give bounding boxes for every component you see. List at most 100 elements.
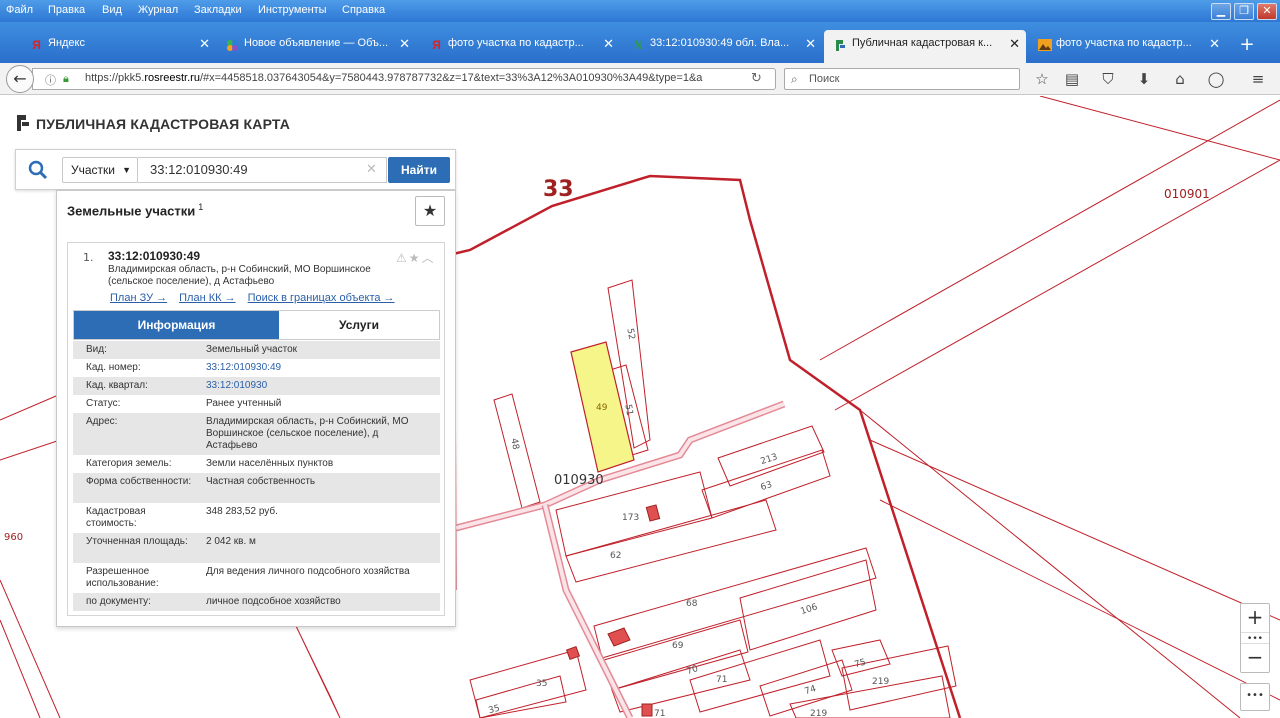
info-row-cad-quarter: Кад. квартал: 33:12:010930: [73, 377, 440, 395]
reload-icon[interactable]: ↻: [751, 71, 762, 86]
browser-menubar: Файл Правка Вид Журнал Закладки Инструме…: [0, 0, 1280, 22]
more-tools-button[interactable]: •••: [1240, 683, 1270, 711]
url-rest: /#x=4458518.037643054&y=7580443.97878773…: [199, 72, 703, 84]
browser-search-placeholder: Поиск: [809, 73, 840, 85]
menu-tools[interactable]: Инструменты: [258, 4, 327, 16]
reading-list-icon[interactable]: ▤: [1062, 69, 1082, 89]
field-value: 2 042 кв. м: [206, 536, 256, 547]
info-row-kind: Вид: Земельный участок: [73, 341, 440, 359]
field-value: Частная собственность: [206, 476, 316, 487]
home-icon[interactable]: ⌂: [1170, 69, 1190, 89]
menu-history[interactable]: Журнал: [138, 4, 178, 16]
plan-zu-link[interactable]: План ЗУ →: [110, 292, 167, 304]
favorites-button[interactable]: ★: [415, 196, 445, 226]
building: [645, 504, 661, 522]
chevron-down-icon: ▼: [122, 165, 131, 175]
parcel-label: 69: [672, 641, 684, 651]
tab-label: фото участка по кадастр...: [448, 37, 584, 49]
menu-bookmarks[interactable]: Закладки: [194, 4, 242, 16]
zoom-out-button[interactable]: −: [1241, 644, 1269, 672]
result-card: 1. 33:12:010930:49 Владимирская область,…: [67, 242, 445, 616]
parcel-label: 48: [508, 438, 520, 451]
url-domain: rosreestr.ru: [144, 72, 200, 84]
star-icon: ★: [422, 201, 438, 220]
find-button[interactable]: Найти: [388, 157, 450, 183]
search-icon: ⌕: [791, 72, 798, 86]
field-key: Форма собственности:: [86, 476, 192, 487]
pkk-logo-icon: [16, 114, 30, 132]
tab-yandex-search[interactable]: Я фото участка по кадастр... ✕: [420, 32, 620, 63]
bookmark-star-icon[interactable]: ☆: [1032, 69, 1052, 89]
parcel-71: [689, 639, 831, 713]
field-value: Земельный участок: [206, 344, 298, 355]
chevron-up-icon[interactable]: ︿: [422, 251, 436, 265]
tab-close-icon[interactable]: ✕: [399, 37, 410, 50]
tab-cadastral-info[interactable]: N 33:12:010930:49 обл. Вла... ✕: [622, 32, 822, 63]
restore-window-icon[interactable]: ❐: [1234, 3, 1254, 20]
tab-close-icon[interactable]: ✕: [199, 37, 210, 50]
result-cadastral-number[interactable]: 33:12:010930:49: [108, 249, 200, 263]
building: [607, 627, 631, 647]
parcel-label: 35: [536, 679, 547, 689]
menu-file[interactable]: Файл: [6, 4, 33, 16]
menu-help[interactable]: Справка: [342, 4, 385, 16]
field-key: по документу:: [86, 596, 151, 607]
zoom-control: + ••• −: [1240, 603, 1270, 673]
field-key: Уточненная площадь:: [86, 536, 188, 547]
zoom-scale-icon[interactable]: •••: [1241, 632, 1269, 644]
chat-icon[interactable]: ◯: [1206, 69, 1226, 89]
parcel-label: 106: [799, 602, 819, 617]
parcel-label: 75: [853, 658, 867, 671]
field-value: Земли населённых пунктов: [206, 458, 334, 469]
search-icon[interactable]: [28, 160, 48, 180]
menu-view[interactable]: Вид: [102, 4, 122, 16]
url-bar[interactable]: ⓘ 🔒︎ https://pkk5.rosreestr.ru/#x=445851…: [32, 68, 776, 90]
tab-close-icon[interactable]: ✕: [1009, 37, 1020, 50]
boundary-line: [295, 625, 341, 718]
search-input[interactable]: 33:12:010930:49: [138, 157, 387, 183]
info-row-cad-number: Кад. номер: 33:12:010930:49: [73, 359, 440, 377]
cad-quarter-link[interactable]: 33:12:010930: [206, 380, 431, 392]
url-text[interactable]: https://pkk5.rosreestr.ru/#x=4458518.037…: [85, 72, 745, 84]
parcel-label: 68: [686, 599, 698, 609]
info-row-by-document: по документу: личное подсобное хозяйство: [73, 593, 440, 611]
tab-image-search[interactable]: фото участка по кадастр... ✕: [1028, 32, 1226, 63]
field-key: Кадастровая стоимость:: [86, 506, 146, 529]
new-tab-icon[interactable]: +: [1236, 34, 1258, 55]
tab-information[interactable]: Информация: [74, 311, 279, 339]
result-links: План ЗУ → План КК → Поиск в границах объек…: [110, 292, 407, 304]
tab-close-icon[interactable]: ✕: [603, 37, 614, 50]
parcel-68: [593, 547, 877, 659]
info-icon[interactable]: ⓘ: [45, 72, 56, 88]
info-row-cad-value: Кадастровая стоимость: 348 283,52 руб.: [73, 503, 440, 533]
hamburger-menu-icon[interactable]: ≡: [1248, 69, 1268, 89]
back-button[interactable]: ←: [6, 65, 34, 93]
n-icon: N: [634, 38, 643, 52]
star-icon[interactable]: ★: [409, 251, 422, 265]
parcel-label: 71: [716, 675, 727, 685]
tab-close-icon[interactable]: ✕: [1209, 37, 1220, 50]
field-value: 348 283,52 руб.: [206, 506, 278, 517]
search-type-select[interactable]: Участки ▼: [62, 157, 138, 183]
warning-icon[interactable]: ⚠: [396, 251, 409, 265]
search-within-object-link[interactable]: Поиск в границах объекта →: [248, 292, 395, 304]
building: [641, 703, 653, 717]
download-icon[interactable]: ⬇: [1134, 69, 1154, 89]
tab-close-icon[interactable]: ✕: [805, 37, 816, 50]
zoom-in-button[interactable]: +: [1241, 604, 1269, 632]
tab-services[interactable]: Услуги: [279, 311, 439, 339]
plan-kk-link[interactable]: План КК →: [179, 292, 235, 304]
close-window-icon[interactable]: ✕: [1257, 3, 1277, 20]
tab-yandex[interactable]: Я Яндекс ✕: [20, 32, 216, 63]
tab-avito[interactable]: Новое объявление — Объ... ✕: [216, 32, 416, 63]
tab-public-cadastral-map[interactable]: Публичная кадастровая к... ✕: [824, 30, 1026, 63]
avito-icon: [226, 39, 239, 52]
minimize-window-icon[interactable]: ▁: [1211, 3, 1231, 20]
clear-icon[interactable]: ✕: [366, 162, 377, 177]
field-value: Для ведения личного подсобного хозяйства: [206, 566, 410, 577]
pocket-icon[interactable]: ⛉: [1098, 69, 1118, 89]
field-key: Вид:: [86, 344, 107, 355]
cad-number-link[interactable]: 33:12:010930:49: [206, 362, 431, 374]
browser-search-box[interactable]: ⌕ Поиск: [784, 68, 1020, 90]
menu-edit[interactable]: Правка: [48, 4, 85, 16]
